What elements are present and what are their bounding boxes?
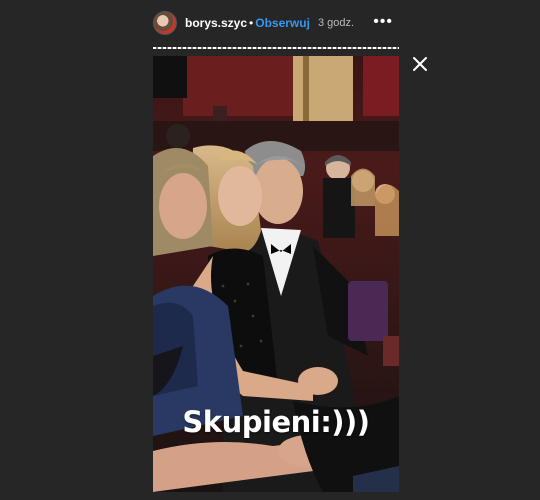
- more-options-icon[interactable]: •••: [373, 14, 393, 30]
- close-icon[interactable]: [410, 54, 430, 74]
- story-timestamp: 3 godz.: [317, 17, 355, 29]
- story-caption: Skupieni:))): [182, 405, 370, 439]
- story-photo[interactable]: Skupieni:))): [153, 56, 399, 492]
- avatar[interactable]: [153, 11, 177, 35]
- username-link[interactable]: borys.szyc: [185, 16, 247, 30]
- separator-dot: •: [249, 16, 254, 30]
- story-viewer: borys.szyc • Obserwuj 3 godz. ••• Skupie…: [0, 0, 540, 500]
- story-header: borys.szyc • Obserwuj 3 godz. •••: [153, 9, 399, 37]
- story-progress-bar: [153, 47, 399, 49]
- follow-button[interactable]: Obserwuj: [255, 16, 310, 30]
